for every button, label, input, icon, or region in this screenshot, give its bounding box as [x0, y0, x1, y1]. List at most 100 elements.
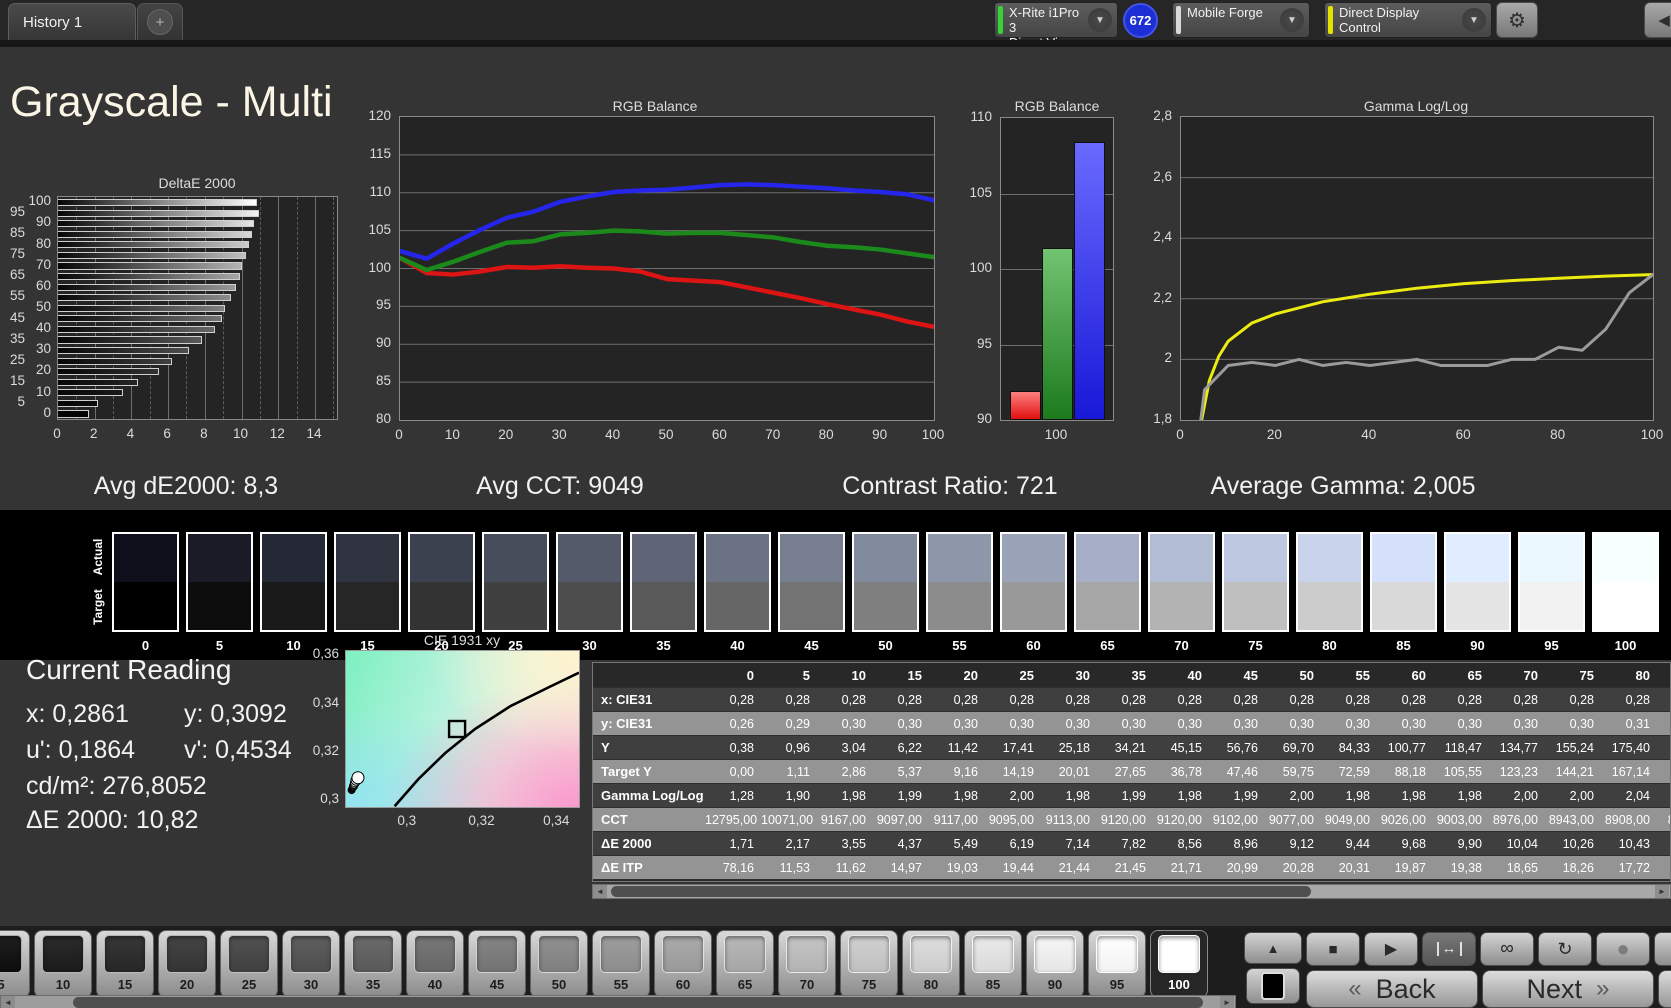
patch-button-60[interactable]: 60: [654, 930, 712, 998]
grayscale-swatch-100: [1592, 532, 1659, 632]
workflow-name: Direct Display Control: [1339, 5, 1420, 35]
actual-swatch: [632, 534, 695, 582]
patch-button-75[interactable]: 75: [840, 930, 898, 998]
page-up-button[interactable]: ▲: [1244, 932, 1302, 964]
deltae-bar-5: [58, 399, 98, 407]
collapse-arrow-icon: ◀: [1658, 12, 1670, 29]
patch-swatch: [0, 935, 22, 973]
page-title: Grayscale - Multi: [10, 78, 333, 126]
patch-button-55[interactable]: 55: [592, 930, 650, 998]
back-chevron-icon: «: [1348, 975, 1362, 1002]
patch-button-40[interactable]: 40: [406, 930, 464, 998]
new-tab-button[interactable]: +: [137, 3, 183, 40]
chevron-down-icon: ▼: [1088, 8, 1112, 32]
rgb-line-plot-area: [399, 116, 935, 421]
patch-button-70[interactable]: 70: [778, 930, 836, 998]
source-name: Mobile Forge: [1187, 5, 1263, 20]
source-dropdown[interactable]: Mobile Forge ▼: [1172, 2, 1310, 38]
loop-button[interactable]: ↻: [1538, 932, 1592, 966]
next-button[interactable]: Next »: [1482, 970, 1654, 1008]
deltae-bar-95: [58, 209, 259, 217]
patch-label: 70: [799, 977, 815, 992]
patch-button-25[interactable]: 25: [220, 930, 278, 998]
patch-label: 20: [179, 977, 195, 992]
table-scrollbar-thumb[interactable]: [611, 886, 1311, 897]
record-circle-icon: ●: [1616, 936, 1630, 961]
target-swatch: [854, 582, 917, 630]
patch-button-100[interactable]: 100: [1150, 930, 1208, 998]
actual-swatch: [1002, 534, 1065, 582]
partial-button[interactable]: [1658, 970, 1671, 1008]
workflow-dropdown[interactable]: Direct Display Control ▼: [1324, 2, 1492, 38]
display-window-button[interactable]: [1246, 968, 1300, 1004]
tab-history-1[interactable]: History 1: [8, 3, 136, 40]
row-label: Y: [601, 740, 610, 755]
scroll-left-arrow[interactable]: ◄: [1, 996, 15, 1008]
patch-swatch: [42, 935, 84, 973]
actual-swatch: [188, 534, 251, 582]
patch-button-65[interactable]: 65: [716, 930, 774, 998]
target-swatch: [706, 582, 769, 630]
patch-button-50[interactable]: 50: [530, 930, 588, 998]
grayscale-swatch-50: [852, 532, 919, 632]
scroll-right-arrow[interactable]: ►: [1655, 885, 1669, 898]
grayscale-swatch-30: [556, 532, 623, 632]
reading-line-3: ΔE 2000: 10,82: [26, 806, 199, 834]
continuous-measure-button[interactable]: ∞: [1480, 932, 1534, 966]
swatch-level-label: 90: [1470, 638, 1485, 653]
settings-button[interactable]: ⚙: [1496, 2, 1538, 38]
table-row-4: Gamma Log/Log 1,28 1,90 1,98 1,99 1,98 2,00 1,9…: [593, 784, 1670, 808]
patch-row-scrollbar[interactable]: ◄ ►: [0, 995, 1236, 1008]
patch-label: 75: [861, 977, 877, 992]
patch-button-80[interactable]: 80: [902, 930, 960, 998]
grayscale-swatch-55: [926, 532, 993, 632]
target-swatch: [1298, 582, 1361, 630]
patch-button-95[interactable]: 95: [1088, 930, 1146, 998]
patch-button-85[interactable]: 85: [964, 930, 1022, 998]
patch-button-90[interactable]: 90: [1026, 930, 1084, 998]
swatch-level-label: 95: [1544, 638, 1559, 653]
rgb-bar-red: [1010, 391, 1041, 420]
actual-swatch: [1594, 534, 1657, 582]
scroll-right-arrow[interactable]: ►: [1220, 996, 1234, 1008]
patch-scrollbar-thumb[interactable]: [73, 997, 1203, 1008]
deltae-bar-80: [58, 241, 250, 249]
rgb-balance-line-chart: RGB Balance 0 10 20 30 40 50 60 70 80 90 100 120 115…: [368, 98, 945, 442]
target-swatch: [1594, 582, 1657, 630]
rgb-bar-blue: [1074, 142, 1105, 420]
patch-button-5[interactable]: 5: [0, 930, 30, 998]
rgb-bar-green: [1042, 247, 1073, 420]
deltae-chart: DeltaE 2000 0 2 4 6 8 10 12 14 0 5 10 15 20 25 30 35 40 4…: [0, 170, 360, 470]
meter-dropdown[interactable]: X-Rite i1Pro 3 Direct View ▼: [994, 2, 1118, 50]
patch-button-15[interactable]: 15: [96, 930, 154, 998]
swatch-level-label: 65: [1100, 638, 1115, 653]
patch-label: 60: [675, 977, 691, 992]
patch-button-10[interactable]: 10: [34, 930, 92, 998]
scroll-left-arrow[interactable]: ◄: [593, 885, 607, 898]
stat-3: Average Gamma: 2,005: [1210, 472, 1476, 500]
row-label: Gamma Log/Log: [601, 788, 704, 803]
table-row-1: y: CIE31 0,26 0,29 0,30 0,30 0,30 0,30 0,30 0,30…: [593, 712, 1670, 736]
partial-button[interactable]: [1654, 932, 1671, 966]
grayscale-swatch-25: [482, 532, 549, 632]
calman-window: History 1 + X-Rite i1Pro 3 Direct View ▼…: [0, 0, 1671, 1008]
actual-swatch: [1298, 534, 1361, 582]
patch-swatch: [662, 935, 704, 973]
reading-count-badge[interactable]: 672: [1123, 3, 1158, 38]
play-button[interactable]: ▶: [1364, 932, 1418, 966]
stop-button[interactable]: ■: [1306, 932, 1360, 966]
table-row-5: CCT 12795,00 10071,00 9167,00 9097,00 9117,00…: [593, 808, 1670, 832]
measure-options-button[interactable]: ↔: [1422, 932, 1476, 966]
table-scrollbar[interactable]: ◄ ►: [592, 884, 1671, 899]
target-swatch: [336, 582, 399, 630]
patch-button-30[interactable]: 30: [282, 930, 340, 998]
patch-button-35[interactable]: 35: [344, 930, 402, 998]
deltae-bar-65: [58, 273, 240, 281]
collapse-panel-button[interactable]: ◀: [1644, 2, 1671, 38]
back-button[interactable]: « Back: [1306, 970, 1478, 1008]
patch-button-45[interactable]: 45: [468, 930, 526, 998]
patch-button-20[interactable]: 20: [158, 930, 216, 998]
patch-swatch: [1158, 935, 1200, 973]
deltae-bar-15: [58, 378, 139, 386]
record-button[interactable]: ●: [1596, 932, 1650, 966]
